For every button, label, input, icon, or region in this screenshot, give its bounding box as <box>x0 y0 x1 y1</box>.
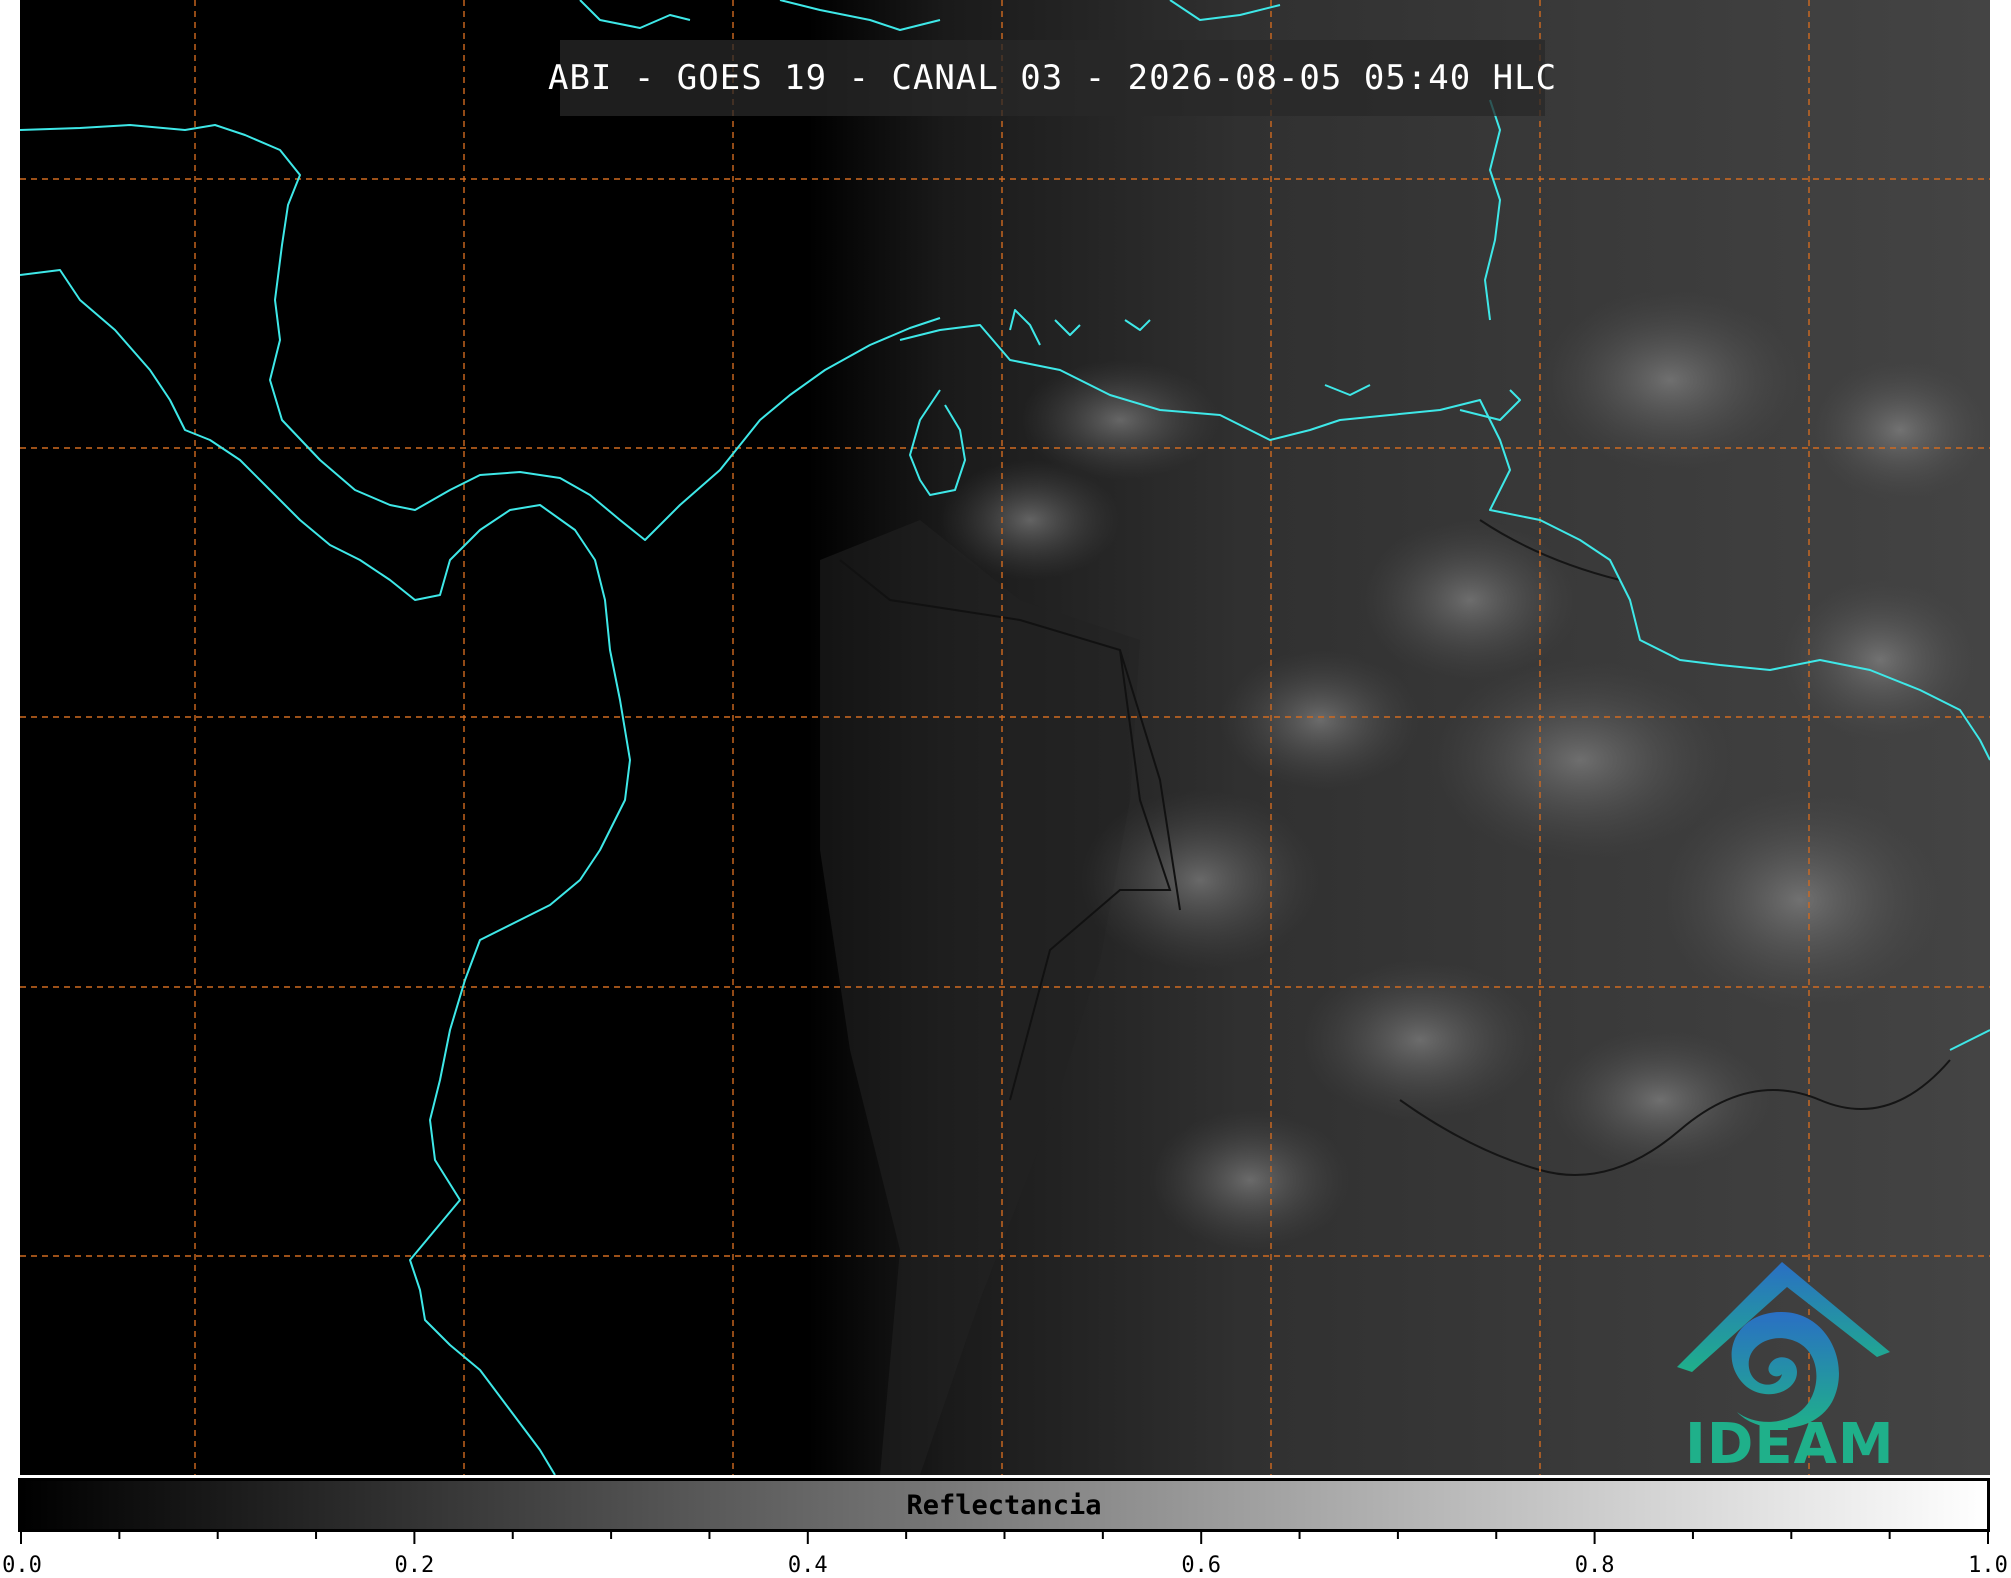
colorbar: Reflectancia <box>18 1478 1990 1532</box>
map-title: ABI - GOES 19 - CANAL 03 - 2026-08-05 05… <box>548 40 1556 116</box>
colorbar-label: Reflectancia <box>906 1489 1102 1521</box>
ideam-logo-text: IDEAM <box>1685 1412 1895 1475</box>
colorbar-tick-label: 0.0 <box>2 1553 42 1578</box>
colorbar-tick-label: 0.2 <box>394 1553 435 1578</box>
colorbar-tick-label: 1.0 <box>1968 1553 2008 1578</box>
satellite-map: ABI - GOES 19 - CANAL 03 - 2026-08-05 05… <box>20 0 1990 1475</box>
colorbar-tick-label: 0.8 <box>1574 1553 1615 1578</box>
colorbar-tick-label: 0.4 <box>787 1553 828 1578</box>
colorbar-ticks <box>20 1532 1989 1544</box>
colorbar-tick-label: 0.6 <box>1181 1553 1222 1578</box>
